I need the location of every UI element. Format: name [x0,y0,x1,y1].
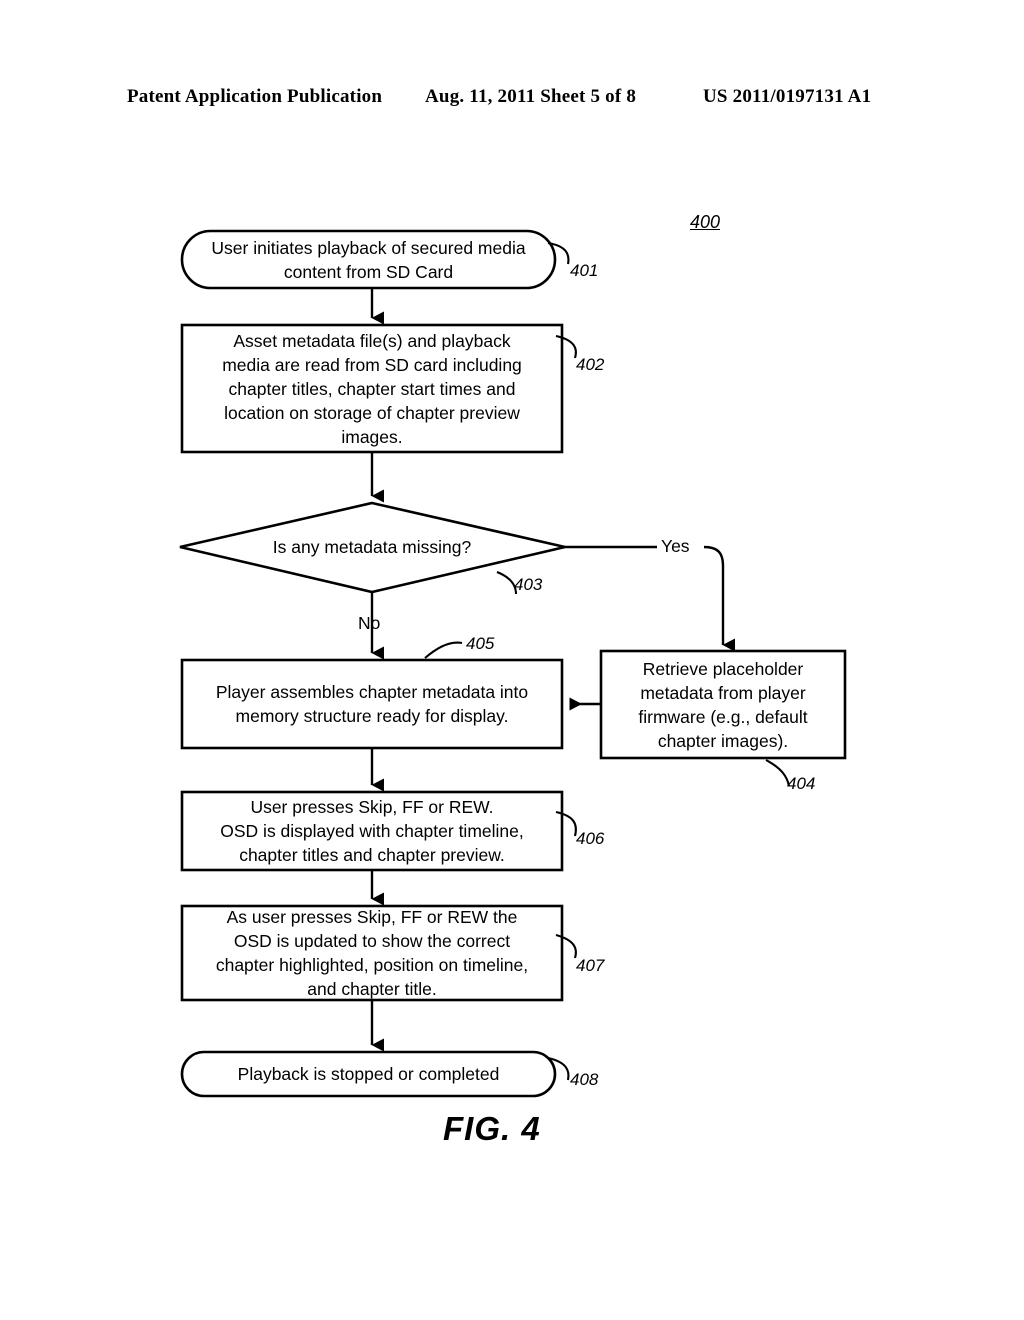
branch-label-no: No [358,613,381,633]
ref-numeral-404: 404 [787,774,816,793]
ref-numeral-405: 405 [466,634,495,653]
leader-404 [765,759,791,787]
node-402-shape [180,323,564,454]
ref-numeral-407: 407 [576,956,605,975]
figure-caption: FIG. 4 [443,1110,541,1147]
ref-numeral-401: 401 [570,261,599,280]
node-401-shape [180,229,557,290]
ref-numeral-408: 408 [570,1070,599,1089]
node-405-shape [180,658,564,750]
branch-label-yes: Yes [661,536,690,556]
ref-numeral-406: 406 [576,829,605,848]
node-408-shape [180,1050,557,1098]
figure-4-flowchart: User initiates playback of secured media… [0,0,1024,1320]
ref-numeral-400: 400 [690,212,721,232]
node-407-shape [180,904,564,1002]
leader-405 [424,641,463,659]
node-406-shape [180,790,564,872]
node-404-shape [599,649,847,760]
ref-numeral-403: 403 [514,575,543,594]
ref-numeral-402: 402 [576,355,605,374]
connector-403-404-curve [703,545,735,652]
